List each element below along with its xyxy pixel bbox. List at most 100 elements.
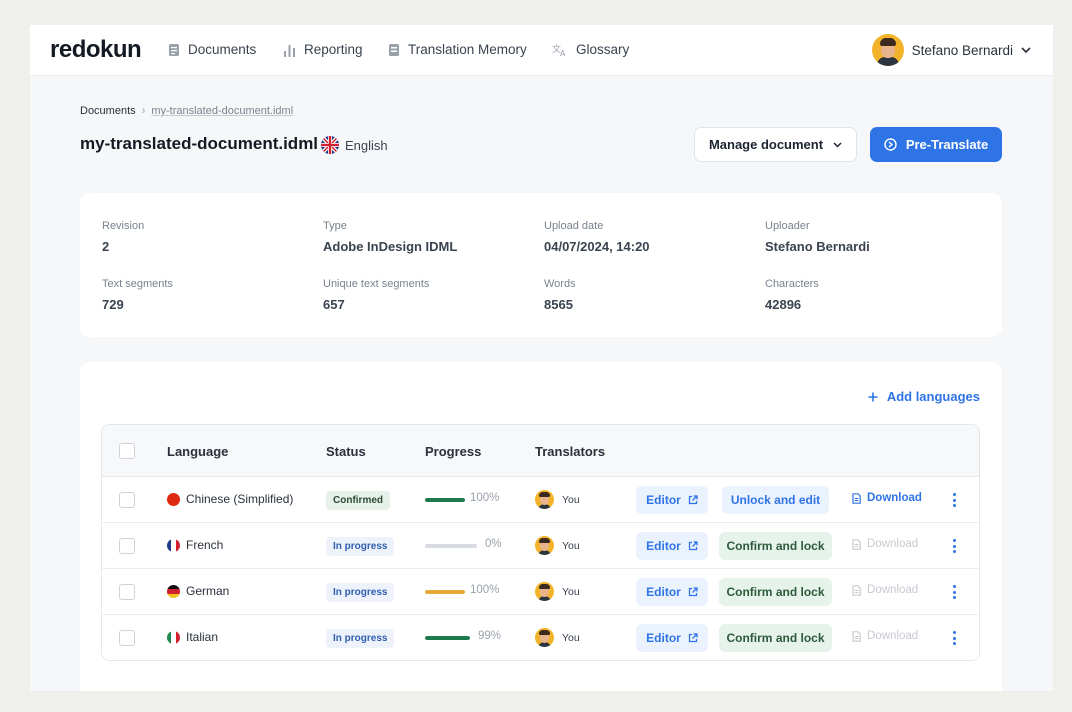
languages-card: Add languages Language Status Progress T… — [80, 362, 1002, 691]
info-label: Unique text segments — [323, 278, 430, 290]
breadcrumb-documents[interactable]: Documents — [80, 105, 136, 117]
progress-text: 100% — [470, 492, 500, 504]
external-link-icon — [688, 587, 698, 597]
select-all-checkbox[interactable] — [119, 443, 135, 459]
editor-label: Editor — [646, 631, 681, 645]
status-badge: In progress — [326, 583, 395, 602]
row-checkbox[interactable] — [119, 630, 135, 646]
add-languages-label: Add languages — [886, 389, 980, 404]
progress-bar — [425, 636, 470, 640]
row-checkbox[interactable] — [119, 492, 135, 508]
bar-chart-icon — [284, 44, 295, 57]
pre-translate-icon — [884, 138, 897, 151]
document-info-card: Revision 2 Type Adobe InDesign IDML Uplo… — [80, 193, 1002, 337]
nav-documents[interactable]: Documents — [168, 42, 256, 57]
user-avatar — [871, 34, 904, 66]
table-row[interactable]: French In progress 0% You Editor Confirm… — [102, 523, 979, 569]
column-language[interactable]: Language — [167, 444, 228, 459]
progress-text: 100% — [470, 584, 500, 596]
download-button: Download — [852, 538, 918, 550]
column-status[interactable]: Status — [326, 444, 366, 459]
france-flag-icon — [167, 539, 180, 552]
external-link-icon — [688, 495, 698, 505]
chevron-down-icon — [1021, 46, 1031, 53]
germany-flag-icon — [167, 585, 180, 598]
manage-document-label: Manage document — [708, 137, 824, 152]
info-value: 657 — [323, 297, 345, 312]
user-menu[interactable]: Stefano Bernardi — [871, 34, 1031, 66]
nav-glossary[interactable]: 文A Glossary — [552, 42, 629, 57]
file-icon — [852, 538, 861, 550]
confirm-and-lock-button[interactable]: Confirm and lock — [719, 532, 832, 560]
row-checkbox[interactable] — [119, 584, 135, 600]
status-badge: In progress — [326, 629, 395, 648]
translator: You — [535, 582, 580, 601]
document-icon — [169, 43, 179, 56]
info-label: Type — [323, 220, 347, 232]
editor-label: Editor — [646, 585, 681, 599]
nav-reporting[interactable]: Reporting — [283, 42, 363, 57]
info-unique-segments: Unique text segments 657 — [323, 278, 429, 312]
user-name: Stefano Bernardi — [911, 42, 1013, 58]
progress-text: 0% — [485, 538, 502, 550]
more-options-icon[interactable] — [950, 491, 958, 509]
add-languages-button[interactable]: Add languages — [868, 389, 980, 404]
progress-bar — [425, 590, 465, 594]
editor-button[interactable]: Editor — [636, 578, 708, 606]
info-label: Uploader — [765, 220, 810, 232]
column-progress[interactable]: Progress — [425, 444, 481, 459]
table-row[interactable]: Italian In progress 99% You Editor Confi… — [102, 615, 979, 660]
editor-button[interactable]: Editor — [636, 624, 708, 652]
confirm-and-lock-button[interactable]: Confirm and lock — [719, 578, 832, 606]
info-label: Revision — [102, 220, 145, 232]
nav-glossary-label: Glossary — [576, 42, 630, 57]
editor-button[interactable]: Editor — [636, 486, 708, 514]
info-value: Stefano Bernardi — [765, 239, 870, 254]
editor-button[interactable]: Editor — [636, 532, 708, 560]
pre-translate-button[interactable]: Pre-Translate — [870, 127, 1002, 162]
more-options-icon[interactable] — [950, 537, 958, 555]
language-name: German — [186, 584, 230, 598]
redokun-logo[interactable]: redokun — [50, 36, 142, 64]
nav-translation-memory[interactable]: Translation Memory — [388, 42, 527, 57]
download-label: Download — [867, 492, 922, 504]
row-checkbox[interactable] — [119, 538, 135, 554]
page-title: my-translated-document.idml — [80, 134, 319, 153]
download-button: Download — [852, 584, 918, 596]
download-label: Download — [867, 630, 919, 642]
manage-document-button[interactable]: Manage document — [694, 127, 857, 162]
nav-documents-label: Documents — [188, 42, 257, 57]
uk-flag-icon — [321, 136, 339, 154]
more-options-icon[interactable] — [950, 629, 958, 647]
source-language-label: English — [345, 137, 388, 153]
nav-reporting-label: Reporting — [304, 42, 363, 57]
info-type: Type Adobe InDesign IDML — [323, 220, 457, 254]
progress-bar — [425, 498, 465, 502]
table-row[interactable]: German In progress 100% You Editor Confi… — [102, 569, 979, 615]
info-value: 04/07/2024, 14:20 — [544, 239, 650, 254]
table-row[interactable]: Chinese (Simplified) Confirmed 100% You … — [102, 477, 979, 523]
translate-icon: 文A — [552, 43, 566, 57]
info-value: 8565 — [544, 297, 573, 312]
download-button: Download — [852, 630, 918, 642]
translator-avatar — [535, 628, 554, 647]
progress-fill — [425, 636, 470, 640]
column-translators[interactable]: Translators — [535, 444, 605, 459]
info-upload-date: Upload date 04/07/2024, 14:20 — [544, 220, 650, 254]
info-label: Upload date — [544, 220, 604, 232]
breadcrumb: Documents › my-translated-document.idml — [80, 105, 293, 117]
info-label: Text segments — [102, 278, 173, 290]
confirm-and-lock-button[interactable]: Confirm and lock — [719, 624, 832, 652]
download-button[interactable]: Download — [852, 492, 922, 504]
download-label: Download — [867, 538, 919, 550]
external-link-icon — [688, 541, 698, 551]
status-badge: In progress — [326, 537, 395, 556]
more-options-icon[interactable] — [950, 583, 958, 601]
unlock-and-edit-button[interactable]: Unlock and edit — [722, 486, 829, 514]
breadcrumb-current[interactable]: my-translated-document.idml — [151, 105, 293, 117]
info-characters: Characters 42896 — [765, 278, 819, 312]
translator-name: You — [562, 539, 580, 552]
translator-name: You — [562, 585, 580, 598]
info-value: 42896 — [765, 297, 802, 312]
info-value: 2 — [102, 239, 110, 254]
